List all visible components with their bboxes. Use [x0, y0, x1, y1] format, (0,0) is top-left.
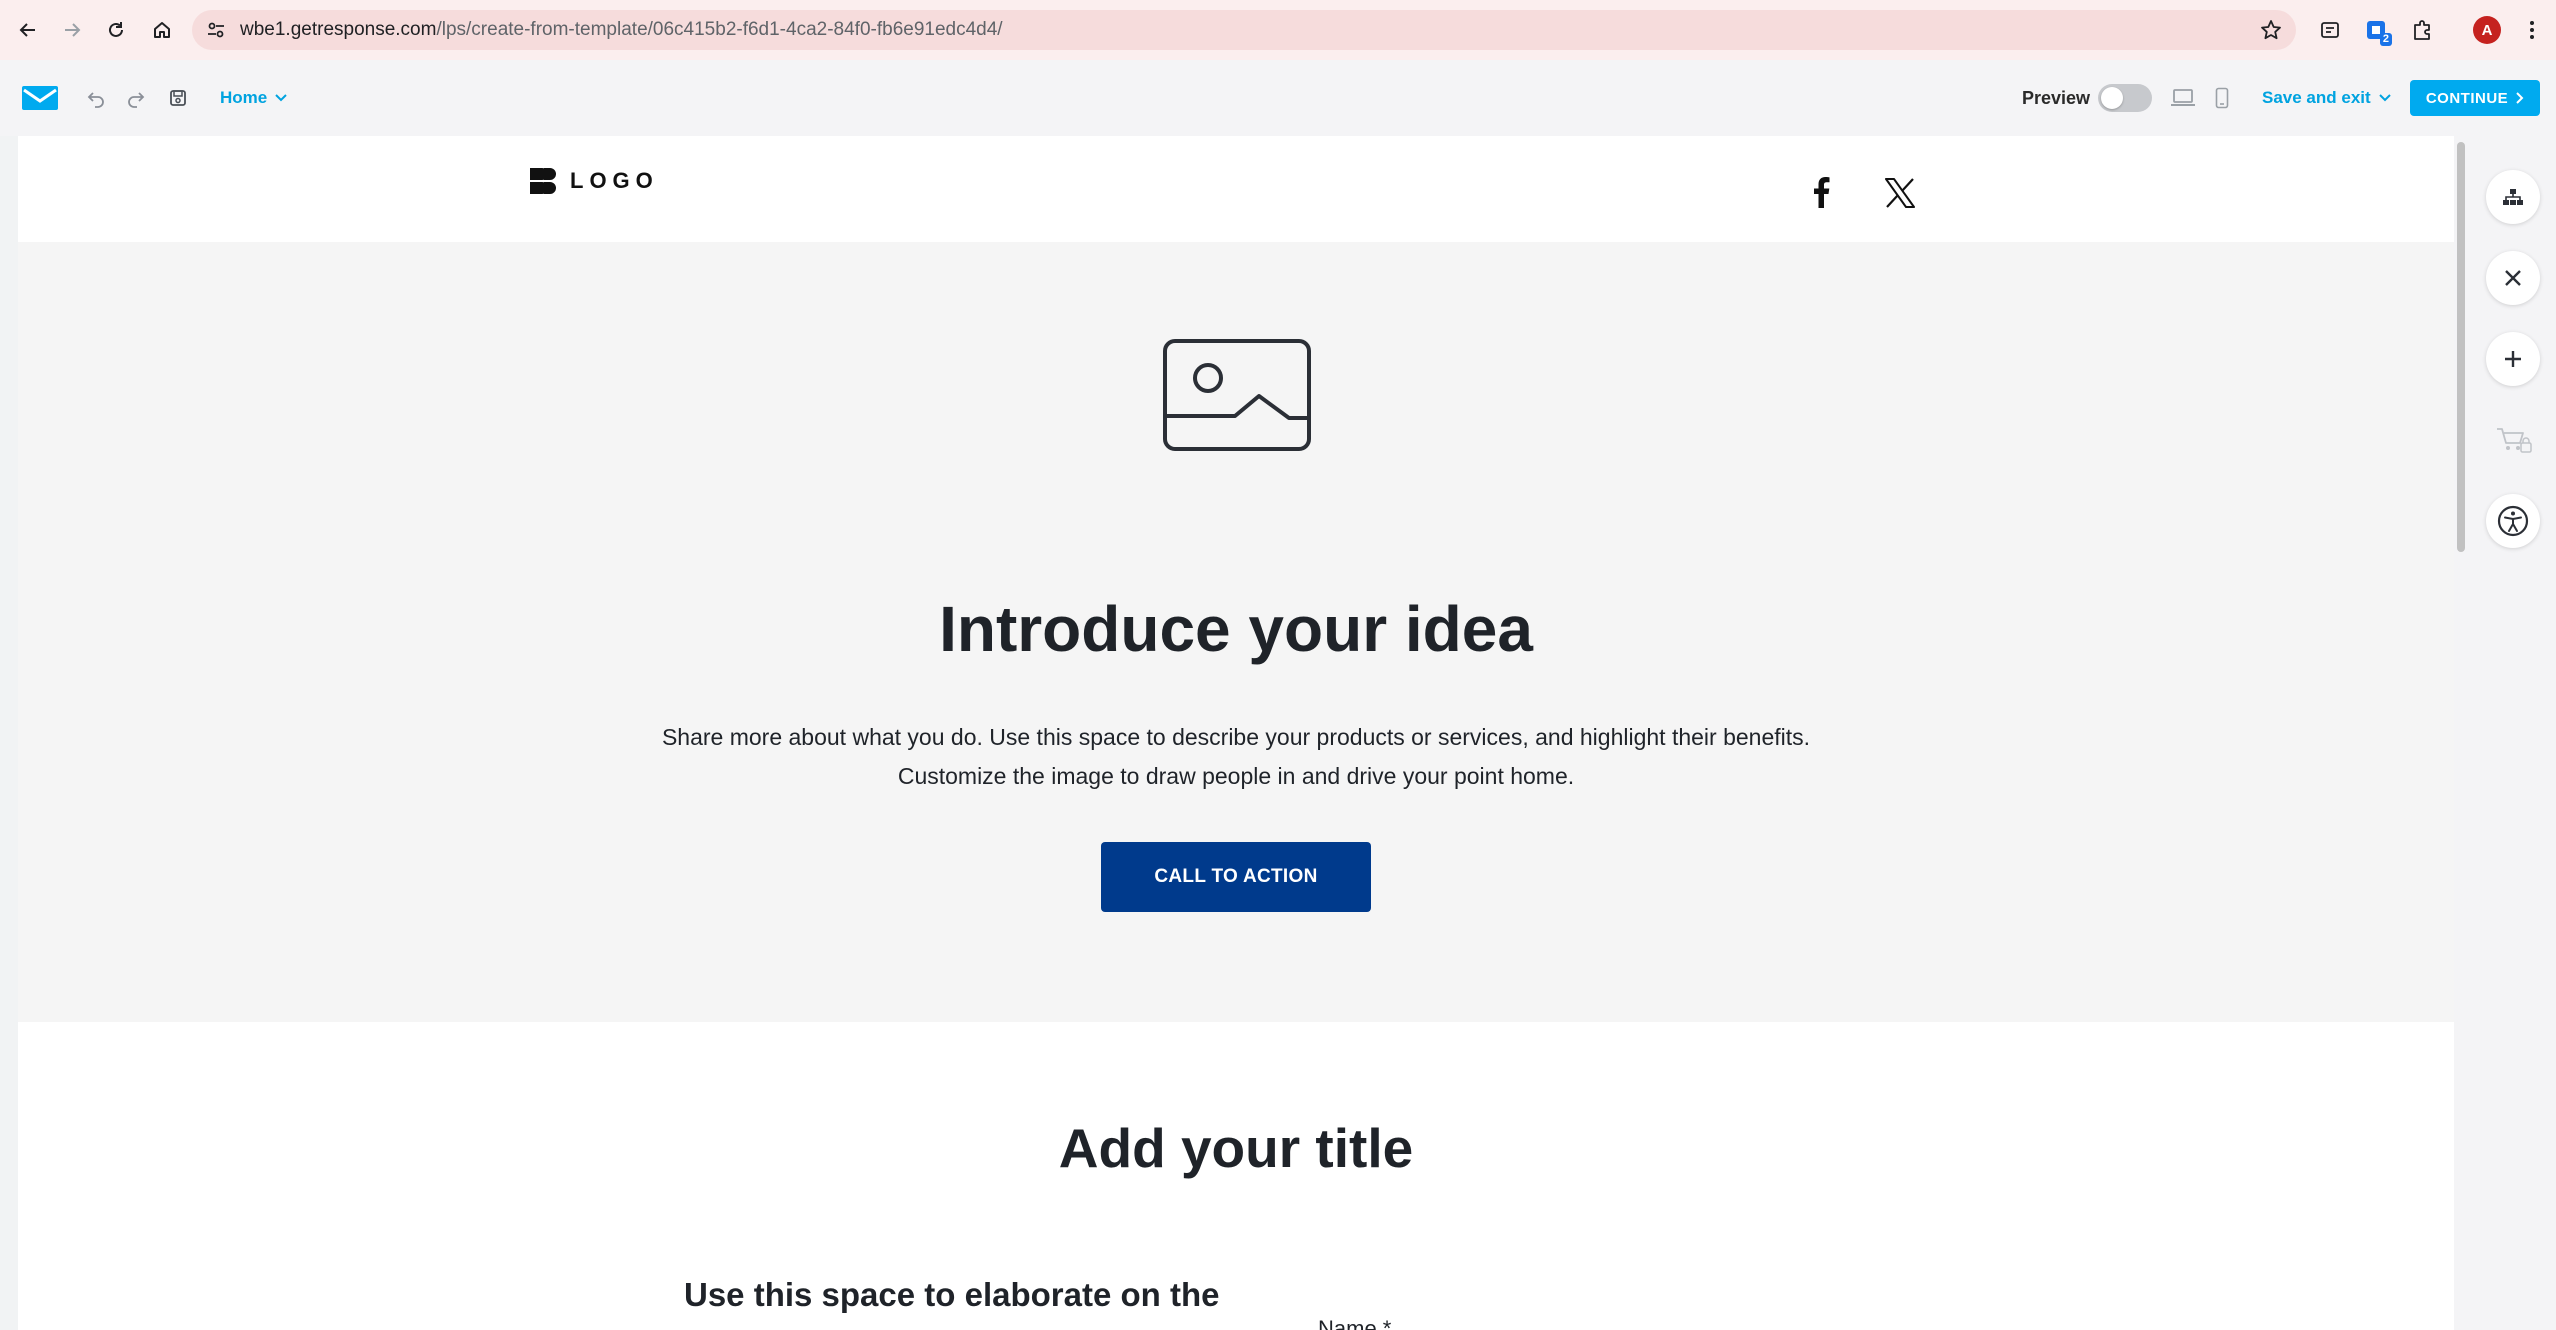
chevron-right-icon — [2516, 92, 2524, 104]
hero-description[interactable]: Share more about what you do. Use this s… — [18, 718, 2454, 796]
logo-text: LOGO — [570, 168, 659, 193]
form-name-label: Name * — [1318, 1316, 1392, 1330]
accessibility-icon — [2497, 505, 2529, 537]
page-logo[interactable]: LOGO — [528, 166, 659, 196]
sitemap-icon — [2503, 189, 2523, 205]
profile-avatar[interactable]: A — [2473, 16, 2501, 44]
forward-icon[interactable] — [56, 14, 88, 46]
plus-icon — [2505, 351, 2521, 367]
scrollbar-thumb[interactable] — [2457, 142, 2465, 552]
hero-section[interactable]: Introduce your idea Share more about wha… — [18, 242, 2454, 1022]
kebab-menu-icon[interactable] — [2516, 14, 2548, 46]
image-placeholder-icon[interactable] — [1162, 338, 1312, 452]
reload-icon[interactable] — [100, 14, 132, 46]
tool-rail — [2468, 136, 2556, 1330]
hero-description-line-2: Customize the image to draw people in an… — [897, 763, 1575, 789]
facebook-icon[interactable] — [1812, 176, 1830, 208]
sitemap-button[interactable] — [2486, 170, 2540, 224]
call-to-action-button[interactable]: CALL TO ACTION — [1101, 842, 1371, 912]
desktop-icon[interactable] — [2168, 84, 2198, 112]
page-header-section[interactable]: LOGO — [18, 136, 2454, 242]
logo-mark-icon — [530, 168, 556, 194]
extension-badge-count: 2 — [2379, 33, 2392, 46]
x-twitter-icon[interactable] — [1884, 178, 1916, 208]
preview-toggle-knob — [2101, 87, 2123, 109]
accessibility-button[interactable] — [2486, 494, 2540, 548]
bookmark-star-icon[interactable] — [2260, 19, 2282, 41]
continue-button[interactable]: CONTINUE — [2410, 80, 2540, 116]
hero-title[interactable]: Introduce your idea — [18, 592, 2454, 666]
add-element-button[interactable] — [2486, 332, 2540, 386]
mobile-icon[interactable] — [2208, 84, 2236, 112]
extension-badge-icon[interactable]: 2 — [2360, 14, 2392, 46]
getresponse-logo-icon[interactable] — [20, 84, 60, 112]
url-text: wbe1.getresponse.com/lps/create-from-tem… — [240, 19, 1003, 40]
chevron-down-icon — [2378, 94, 2391, 102]
section-title[interactable]: Add your title — [18, 1116, 2454, 1180]
browser-chrome: wbe1.getresponse.com/lps/create-from-tem… — [0, 0, 2556, 60]
home-icon[interactable] — [146, 14, 178, 46]
extension-icon[interactable] — [2314, 14, 2346, 46]
address-bar[interactable]: wbe1.getresponse.com/lps/create-from-tem… — [192, 10, 2296, 50]
save-and-exit-button[interactable]: Save and exit — [2262, 84, 2391, 112]
preview-label: Preview — [2022, 88, 2091, 108]
section-subtitle[interactable]: Use this space to elaborate on the — [684, 1276, 1219, 1314]
page-canvas: LOGO Introduce your idea Share more abou… — [18, 136, 2454, 1330]
puzzle-icon[interactable] — [2406, 14, 2438, 46]
chevron-down-icon — [275, 94, 287, 102]
save-and-exit-label: Save and exit — [2262, 88, 2371, 107]
page-selector-dropdown[interactable]: Home — [220, 84, 287, 112]
close-icon — [2505, 270, 2521, 286]
continue-label: CONTINUE — [2425, 89, 2509, 107]
close-panel-button[interactable] — [2486, 251, 2540, 305]
canvas-scrollbar[interactable] — [2454, 136, 2468, 1330]
save-icon[interactable] — [164, 84, 192, 112]
page-selector-label: Home — [220, 88, 268, 107]
hero-description-line-1: Share more about what you do. Use this s… — [661, 724, 1811, 750]
back-icon[interactable] — [12, 14, 44, 46]
ecommerce-button[interactable] — [2486, 413, 2540, 467]
undo-icon[interactable] — [82, 84, 110, 112]
cart-lock-icon — [2497, 428, 2532, 453]
site-settings-icon[interactable] — [206, 20, 226, 40]
editor-toolbar: Home Preview Save and exit CONTINUE — [0, 60, 2556, 136]
preview-toggle[interactable] — [2098, 84, 2152, 112]
redo-icon[interactable] — [122, 84, 150, 112]
